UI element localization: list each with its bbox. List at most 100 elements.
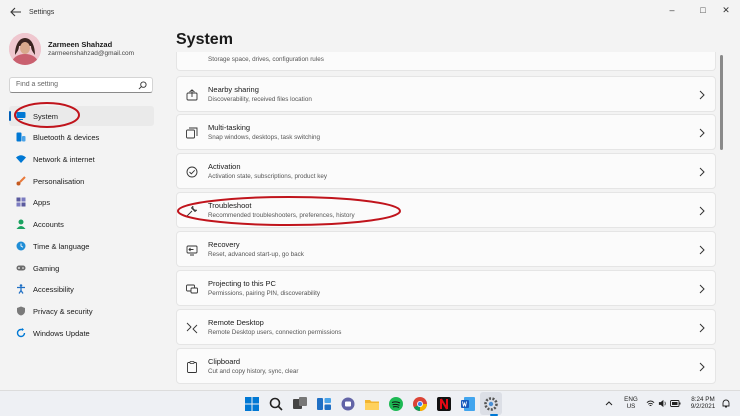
accessibility-icon (17, 284, 25, 294)
shield-icon (17, 306, 25, 316)
card-title: Troubleshoot (208, 201, 252, 210)
recovery-icon (186, 245, 198, 256)
title-bar: Settings – □ ✕ (0, 0, 740, 24)
update-icon (16, 328, 26, 338)
chevron-right-icon (699, 206, 705, 216)
sidebar-item-label: Windows Update (33, 329, 90, 338)
chevron-right-icon (699, 284, 705, 294)
card-description: Remote Desktop users, connection permiss… (208, 329, 342, 336)
card-title: Nearby sharing (208, 85, 259, 94)
sidebar-item-privacy-security[interactable]: Privacy & security (9, 301, 154, 321)
sidebar-item-label: Privacy & security (33, 307, 93, 316)
monitor-icon (16, 112, 26, 120)
sidebar-item-personalisation[interactable]: Personalisation (9, 171, 154, 191)
card-title: Projecting to this PC (208, 279, 276, 288)
wifi-icon[interactable] (646, 399, 655, 408)
region-code: US (626, 403, 636, 410)
settings-card-nearby-sharing[interactable]: Nearby sharing Discoverability, received… (176, 76, 716, 112)
multitask-icon (186, 127, 198, 139)
netflix-icon[interactable] (436, 396, 452, 412)
page-title: System (176, 31, 233, 48)
minimize-button[interactable]: – (658, 2, 686, 18)
back-arrow-icon[interactable] (10, 7, 22, 17)
chevron-right-icon (699, 128, 705, 138)
search-icon[interactable] (138, 81, 147, 90)
task-view-icon[interactable] (292, 396, 308, 412)
sidebar-item-system[interactable]: System (9, 106, 154, 126)
app-title: Settings (29, 9, 55, 16)
settings-card-troubleshoot[interactable]: Troubleshoot Recommended troubleshooters… (176, 192, 716, 228)
chat-icon[interactable] (340, 396, 356, 412)
clock-date: 9/2/2021 (690, 403, 716, 410)
chevron-right-icon (699, 323, 705, 333)
search-input[interactable] (16, 81, 136, 88)
taskbar: ENG US 8:24 PM 9/2/2021 (0, 390, 740, 416)
search-icon[interactable] (268, 396, 284, 412)
search-box[interactable] (9, 77, 153, 93)
apps-icon (16, 197, 26, 207)
card-title: Remote Desktop (208, 318, 264, 327)
sidebar-item-accounts[interactable]: Accounts (9, 214, 154, 234)
avatar[interactable] (9, 33, 41, 65)
chrome-icon[interactable] (412, 396, 428, 412)
widgets-icon[interactable] (316, 396, 332, 412)
settings-card-projecting[interactable]: Projecting to this PC Permissions, pairi… (176, 270, 716, 306)
clipboard-icon (187, 361, 197, 373)
sidebar-item-label: Accessibility (33, 285, 74, 294)
card-title: Activation (208, 162, 241, 171)
chevron-up-icon[interactable] (605, 400, 613, 406)
gamepad-icon (16, 265, 26, 271)
wifi-icon (16, 155, 26, 163)
windows-start-icon[interactable] (244, 396, 260, 412)
chevron-right-icon (699, 90, 705, 100)
sidebar-item-bluetooth[interactable]: Bluetooth & devices (9, 127, 154, 147)
sidebar-item-windows-update[interactable]: Windows Update (9, 323, 154, 343)
wrench-icon (186, 205, 198, 217)
card-description: Reset, advanced start-up, go back (208, 251, 304, 258)
language-code: ENG (624, 396, 638, 403)
settings-card-clipboard[interactable]: Clipboard Cut and copy history, sync, cl… (176, 348, 716, 384)
sidebar-item-network[interactable]: Network & internet (9, 149, 154, 169)
sidebar-item-gaming[interactable]: Gaming (9, 258, 154, 278)
card-description: Activation state, subscriptions, product… (208, 173, 327, 180)
sidebar-item-label: Apps (33, 198, 51, 207)
spotify-icon[interactable] (388, 396, 404, 412)
settings-card-multitasking[interactable]: Multi-tasking Snap windows, desktops, ta… (176, 114, 716, 150)
sidebar-item-time-language[interactable]: Time & language (9, 236, 154, 256)
bluetooth-icon (16, 132, 26, 142)
word-icon[interactable] (460, 396, 476, 412)
scrollbar-thumb[interactable] (720, 55, 723, 150)
person-icon (16, 219, 26, 229)
close-button[interactable]: ✕ (712, 2, 740, 18)
share-icon (186, 89, 198, 101)
settings-card-activation[interactable]: Activation Activation state, subscriptio… (176, 153, 716, 189)
check-circle-icon (186, 166, 198, 178)
sidebar-item-label: Time & language (33, 242, 90, 251)
brush-icon (16, 176, 26, 186)
remote-desktop-icon (186, 322, 198, 334)
settings-card-recovery[interactable]: Recovery Reset, advanced start-up, go ba… (176, 231, 716, 267)
battery-icon[interactable] (670, 399, 681, 408)
chevron-right-icon (699, 245, 705, 255)
notification-icon[interactable] (722, 399, 730, 408)
card-description: Discoverability, received files location (208, 96, 312, 103)
sidebar-item-accessibility[interactable]: Accessibility (9, 279, 154, 299)
sidebar-item-apps[interactable]: Apps (9, 192, 154, 212)
speaker-icon[interactable] (658, 399, 667, 408)
settings-card-storage[interactable]: Storage space, drives, configuration rul… (176, 52, 716, 71)
projector-icon (186, 284, 198, 294)
file-explorer-icon[interactable] (364, 396, 380, 412)
card-title: Multi-tasking (208, 123, 251, 132)
selected-indicator (9, 111, 11, 121)
settings-icon[interactable] (483, 396, 499, 412)
settings-card-remote-desktop[interactable]: Remote Desktop Remote Desktop users, con… (176, 309, 716, 345)
sidebar-item-label: Personalisation (33, 177, 85, 186)
profile-email: zarmeenshahzad@gmail.com (48, 50, 135, 57)
language-indicator[interactable]: ENG US (622, 396, 640, 410)
chevron-right-icon (699, 167, 705, 177)
clock-time: 8:24 PM (691, 396, 715, 403)
sidebar-item-label: Network & internet (33, 155, 95, 164)
chevron-right-icon (699, 362, 705, 372)
clock[interactable]: 8:24 PM 9/2/2021 (688, 396, 718, 410)
sidebar-item-label: Gaming (33, 264, 60, 273)
